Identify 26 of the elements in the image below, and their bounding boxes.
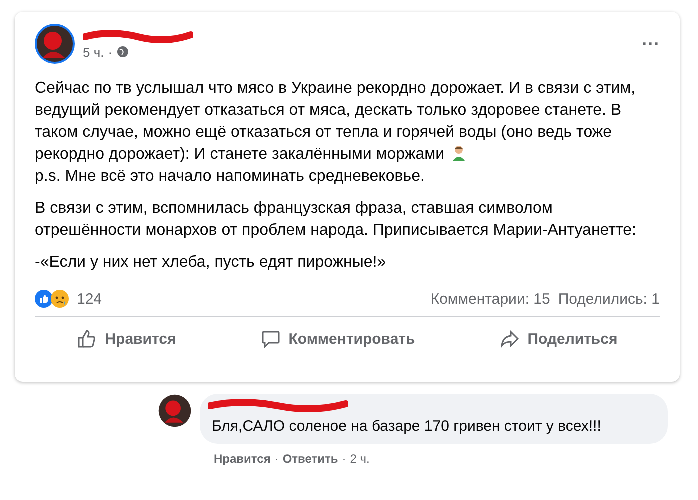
sad-reaction-icon: [51, 290, 69, 308]
thumbs-up-icon: [77, 329, 98, 349]
like-reaction-icon: [35, 290, 53, 308]
comment-text: Бля,САЛО соленое на базаре 170 гривен стоит у всех!!!: [212, 418, 602, 435]
person-emoji-icon: [450, 145, 467, 161]
separator-dot: ·: [342, 452, 346, 466]
avatar[interactable]: [35, 24, 75, 64]
speech-bubble-icon: [260, 329, 281, 349]
separator-dot: ·: [274, 452, 279, 466]
avatar[interactable]: [158, 394, 192, 428]
post-text: p.s. Мне всё это начало напоминать средневековье.: [35, 167, 426, 187]
separator-dot: ·: [108, 44, 113, 60]
share-arrow-icon: [500, 329, 520, 349]
comment-count[interactable]: Комментарии: 15: [430, 290, 550, 308]
like-link[interactable]: Нравится: [214, 452, 271, 466]
comment-button[interactable]: Комментировать: [260, 329, 416, 349]
like-button[interactable]: Нравится: [77, 329, 176, 349]
post-text: В связи с этим, вспомнилась французская фраза, ставшая символом отрешённости монархов от проблем народа. Приписывается Марии-Антуанетте:: [35, 199, 638, 241]
more-options-button[interactable]: ···: [642, 34, 660, 54]
share-count[interactable]: Поделились: 1: [558, 290, 660, 308]
reaction-count[interactable]: 124: [77, 290, 431, 308]
post-text: -«Если у них нет хлеба, пусть едят пирожные!»: [35, 253, 388, 273]
post-time[interactable]: 5 ч.: [83, 44, 104, 60]
comment-time[interactable]: 2 ч.: [350, 452, 370, 466]
reply-link[interactable]: Ответить: [282, 452, 338, 466]
share-button[interactable]: Поделиться: [500, 329, 618, 349]
